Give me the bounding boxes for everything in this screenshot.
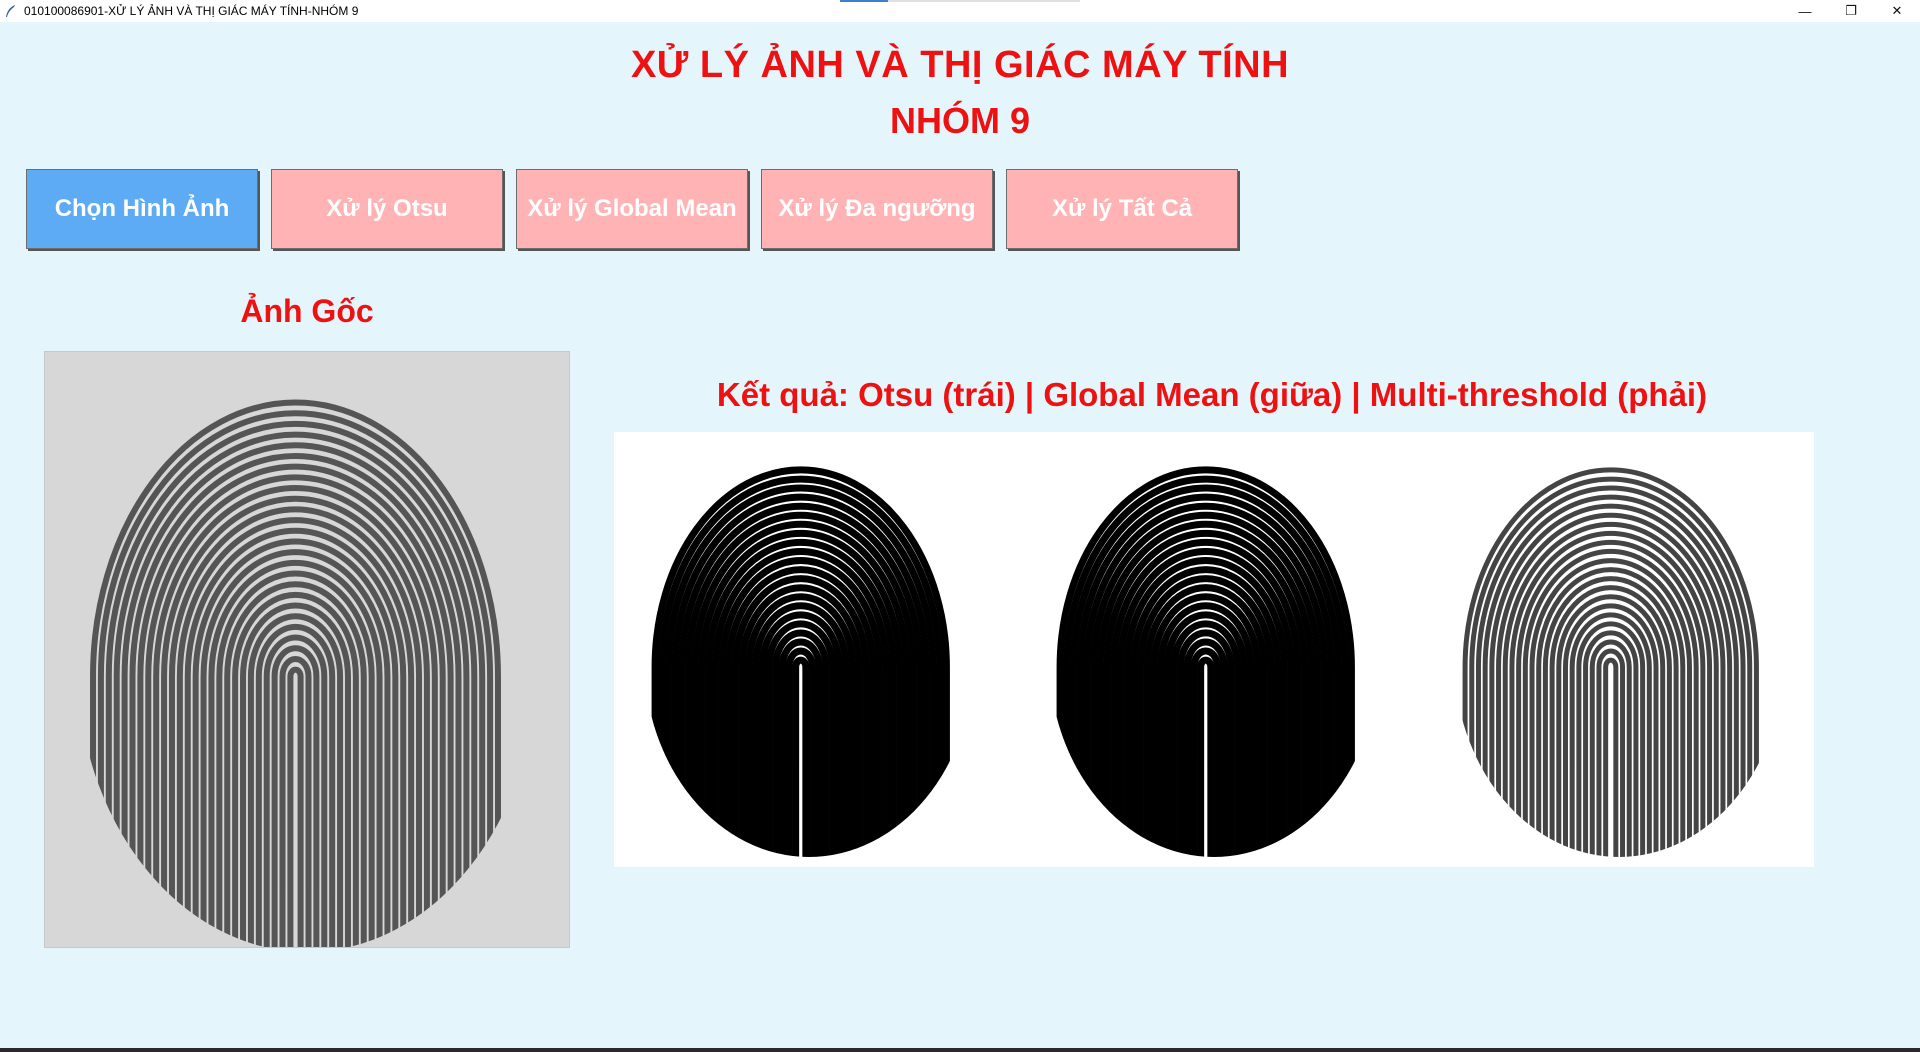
page-subtitle: NHÓM 9	[889, 100, 1030, 141]
minimize-button[interactable]: —	[1782, 0, 1828, 22]
app-window: 010100086901-XỬ LÝ ẢNH VÀ THỊ GIÁC MÁY T…	[0, 0, 1920, 1052]
title-bar: 010100086901-XỬ LÝ ẢNH VÀ THỊ GIÁC MÁY T…	[0, 0, 1920, 22]
window-bottom-border	[0, 1048, 1920, 1052]
window-title: 010100086901-XỬ LÝ ẢNH VÀ THỊ GIÁC MÁY T…	[24, 4, 359, 18]
results-image	[614, 432, 1814, 867]
original-image-label: Ảnh Gốc	[240, 293, 374, 329]
original-image	[44, 351, 570, 948]
taskbar-indicator	[840, 0, 888, 2]
maximize-button[interactable]: ❐	[1828, 0, 1874, 22]
otsu-button[interactable]: Xử lý Otsu	[271, 169, 503, 249]
feather-icon	[4, 4, 18, 18]
global-mean-button[interactable]: Xử lý Global Mean	[516, 169, 748, 249]
results-label: Kết quả: Otsu (trái) | Global Mean (giữa…	[716, 376, 1708, 413]
multi-threshold-button[interactable]: Xử lý Đa ngưỡng	[761, 169, 993, 249]
page-title: XỬ LÝ ẢNH VÀ THỊ GIÁC MÁY TÍNH	[630, 44, 1290, 86]
window-controls: — ❐ ✕	[1782, 0, 1920, 22]
fingerprint-grayscale-image	[90, 399, 501, 947]
close-button[interactable]: ✕	[1874, 0, 1920, 22]
select-image-button[interactable]: Chọn Hình Ảnh	[26, 169, 258, 249]
fingerprint-results-image	[651, 466, 1759, 857]
taskbar-indicator-track	[888, 0, 1080, 2]
process-all-button[interactable]: Xử lý Tất Cả	[1006, 169, 1238, 249]
